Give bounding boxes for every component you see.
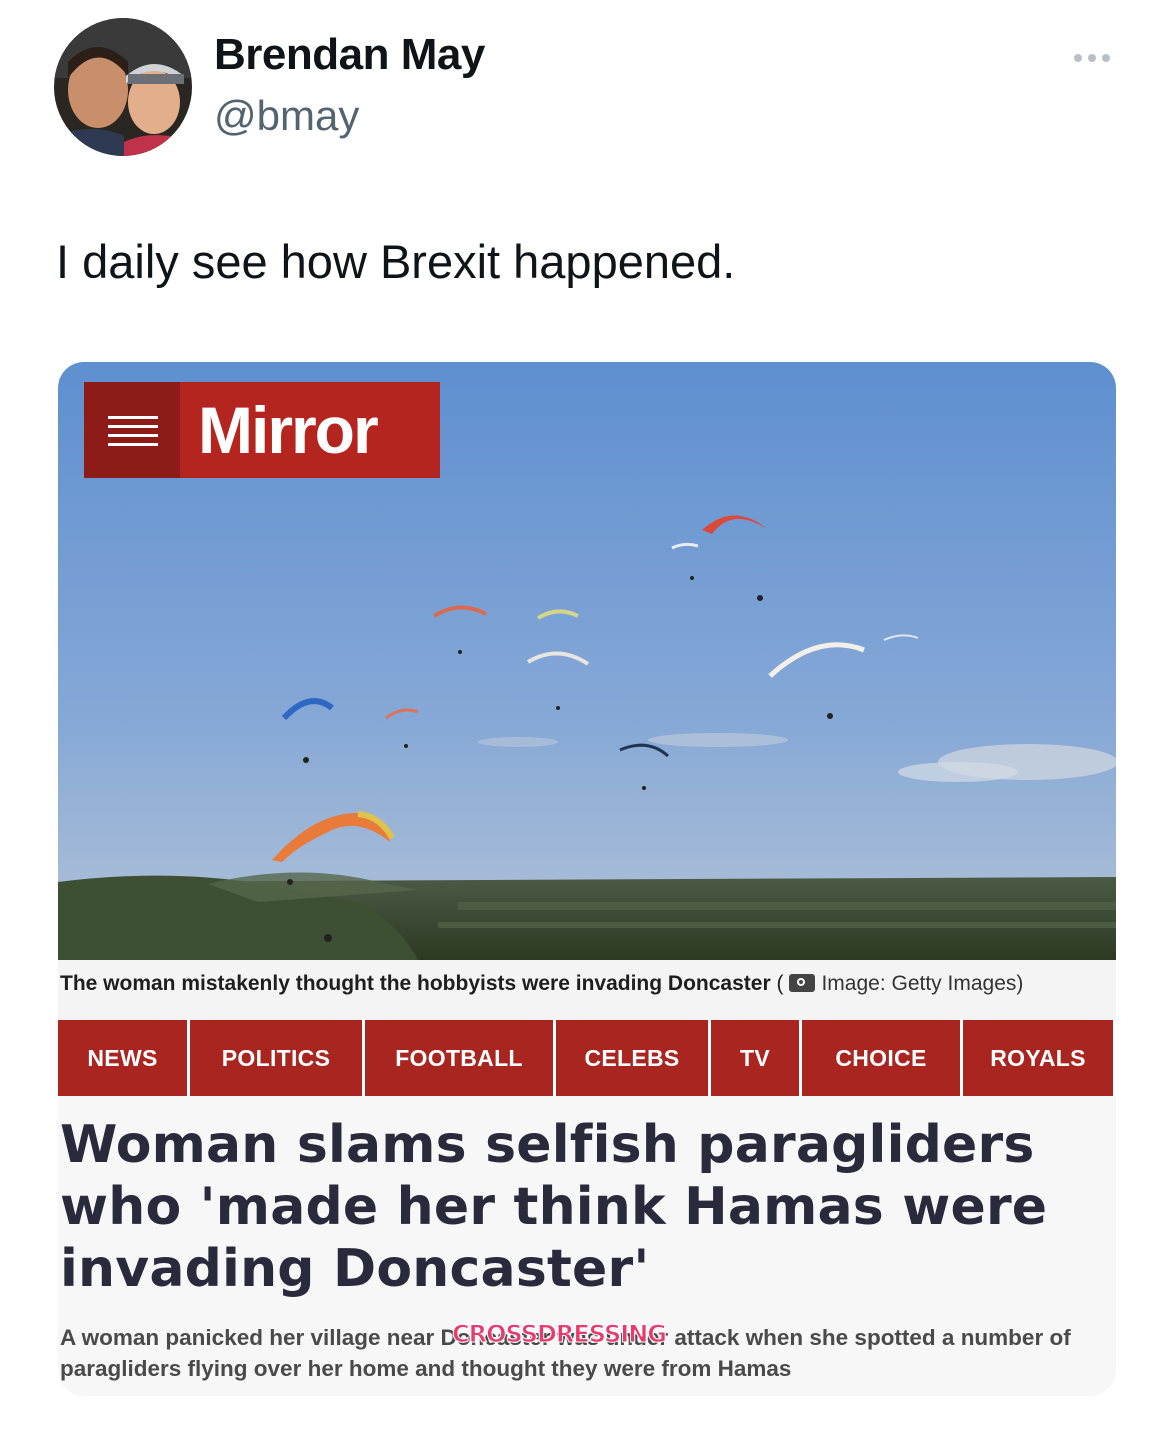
more-horizontal-icon [1074,54,1082,62]
caption-text: The woman mistakenly thought the hobbyis… [60,972,771,995]
avatar[interactable] [54,18,192,156]
hamburger-menu-icon[interactable] [84,382,180,478]
nav-item-tv[interactable]: TV [711,1020,799,1096]
avatar-photo [54,18,192,156]
nav-item-football[interactable]: FOOTBALL [365,1020,553,1096]
watermark: CROSSDRESSING [452,1320,668,1349]
nav-item-celebs[interactable]: CELEBS [556,1020,708,1096]
nav-item-politics[interactable]: POLITICS [190,1020,362,1096]
image-credit: Image: Getty Images) [821,972,1024,995]
caption-paren: ( [776,972,784,995]
nav-item-news[interactable]: NEWS [58,1020,187,1096]
author-handle[interactable]: @bmay [214,92,359,140]
mirror-logo[interactable]: Mirror [84,382,440,478]
author-name[interactable]: Brendan May [214,30,485,80]
camera-icon [789,974,816,992]
more-options-button[interactable] [1070,40,1114,76]
nav-item-choice[interactable]: CHOICE [802,1020,960,1096]
attached-image-card[interactable]: Mirror The woman mistakenly thought the … [58,362,1116,1396]
more-horizontal-icon [1088,54,1096,62]
nav-item-royals[interactable]: ROYALS [963,1020,1113,1096]
section-nav: NEWS POLITICS FOOTBALL CELEBS TV CHOICE … [58,1020,1116,1096]
article-headline[interactable]: Woman slams selfish paragliders who 'mad… [60,1114,1100,1300]
image-caption: The woman mistakenly thought the hobbyis… [58,960,1116,1020]
mirror-logo-text: Mirror [198,393,379,467]
more-horizontal-icon [1102,54,1110,62]
tweet-text: I daily see how Brexit happened. [56,235,736,288]
